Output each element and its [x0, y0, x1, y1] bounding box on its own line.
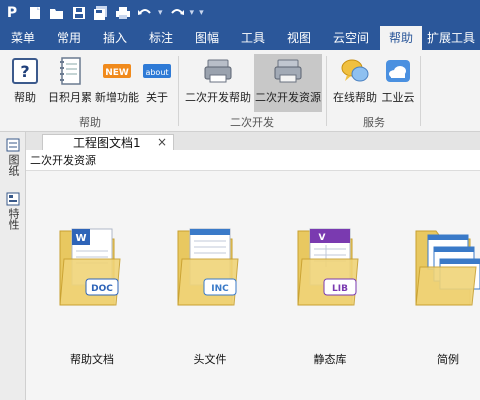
group-divider	[178, 56, 179, 126]
folder-item-help-docs[interactable]: W DOC 帮助文档	[42, 211, 142, 367]
group-divider	[326, 56, 327, 126]
about-icon: about	[143, 57, 171, 85]
undo-dropdown-icon[interactable]: ▾	[158, 8, 163, 18]
folder-lib-icon: V LIB	[297, 228, 359, 306]
properties-icon	[6, 192, 20, 206]
folder-doc-icon: W DOC	[59, 228, 121, 306]
group-label-dev: 二次开发	[230, 116, 274, 129]
new-icon[interactable]	[26, 4, 44, 22]
tips-button-label: 日积月累	[48, 91, 92, 104]
save-all-icon[interactable]	[92, 4, 110, 22]
dev-help-icon	[204, 57, 232, 85]
document-tab-label: 工程图文档1	[73, 136, 141, 150]
folder-name: 简例	[437, 353, 459, 366]
help-button-label: 帮助	[14, 91, 36, 104]
tab-help[interactable]: 帮助	[380, 26, 422, 50]
folder-name: 静态库	[313, 353, 347, 366]
tab-common[interactable]: 常用	[46, 26, 92, 50]
tab-cloud-space[interactable]: 云空间	[322, 26, 380, 50]
dev-help-button-label: 二次开发帮助	[185, 91, 251, 104]
help-icon: ?	[11, 57, 39, 85]
svg-text:?: ?	[20, 62, 29, 81]
folder-inc-icon: INC	[177, 228, 239, 306]
industry-cloud-button-label: 工业云	[381, 91, 415, 104]
cloud-icon	[384, 57, 412, 85]
tab-menu[interactable]: 菜单	[0, 26, 46, 50]
help-button[interactable]: ? 帮助	[10, 54, 40, 112]
tab-insert[interactable]: 插入	[92, 26, 138, 50]
undo-icon[interactable]	[136, 4, 154, 22]
whats-new-button-label: 新增功能	[95, 91, 139, 104]
folder-sample-icon	[415, 230, 480, 306]
side-tab-drawing-label: 图纸	[7, 154, 20, 176]
redo-icon[interactable]	[168, 4, 186, 22]
close-icon[interactable]: ×	[157, 135, 167, 149]
tab-extension-tools[interactable]: 扩展工具	[422, 26, 480, 50]
resource-folder-view: W DOC 帮助文档 INC 头文件 V LIB 静态库 简例	[26, 171, 480, 400]
open-icon[interactable]	[48, 4, 66, 22]
dev-help-button[interactable]: 二次开发帮助	[184, 54, 252, 112]
tab-sheet[interactable]: 图幅	[184, 26, 230, 50]
side-tab-properties-label: 特性	[7, 208, 20, 230]
document-tab[interactable]: 工程图文档1 ×	[42, 134, 174, 150]
folder-item-samples[interactable]: 简例	[398, 211, 480, 367]
about-button[interactable]: about 关于	[142, 54, 172, 112]
whats-new-button[interactable]: NEW 新增功能	[92, 54, 142, 112]
side-tab-properties[interactable]: 特性	[4, 192, 22, 230]
side-tab-drawing[interactable]: 图纸	[4, 138, 22, 176]
about-button-label: 关于	[146, 91, 168, 104]
online-help-icon	[341, 57, 369, 85]
tips-button[interactable]: 日积月累	[44, 54, 96, 112]
dev-resource-button[interactable]: 二次开发资源	[254, 54, 322, 112]
svg-text:V: V	[319, 233, 326, 243]
drawing-icon	[6, 138, 20, 152]
online-help-button-label: 在线帮助	[333, 91, 377, 104]
group-label-service: 服务	[363, 116, 385, 129]
dev-resource-icon	[274, 57, 302, 85]
svg-text:DOC: DOC	[91, 284, 113, 294]
app-logo[interactable]: P	[4, 4, 20, 22]
industry-cloud-button[interactable]: 工业云	[380, 54, 416, 112]
quick-access-toolbar: P ▾ ▾ ▾	[0, 0, 480, 26]
svg-text:W: W	[75, 233, 86, 244]
print-icon[interactable]	[114, 4, 132, 22]
document-tab-strip: 工程图文档1 ×	[26, 132, 480, 150]
svg-text:NEW: NEW	[105, 68, 129, 78]
tab-annotate[interactable]: 标注	[138, 26, 184, 50]
tab-tools[interactable]: 工具	[230, 26, 276, 50]
left-side-panel: 图纸 特性	[0, 132, 26, 400]
dev-resource-button-label: 二次开发资源	[255, 91, 321, 104]
redo-dropdown-icon[interactable]: ▾	[190, 8, 195, 18]
customize-icon[interactable]: ▾	[199, 8, 204, 18]
online-help-button[interactable]: 在线帮助	[332, 54, 378, 112]
svg-text:INC: INC	[211, 284, 229, 294]
save-icon[interactable]	[70, 4, 88, 22]
new-badge-icon: NEW	[103, 57, 131, 85]
notebook-icon	[56, 57, 84, 85]
path-bar: 二次开发资源	[26, 150, 480, 171]
folder-name: 帮助文档	[70, 353, 114, 366]
svg-text:about: about	[145, 68, 168, 77]
group-divider	[420, 56, 421, 126]
group-label-help: 帮助	[79, 116, 101, 129]
ribbon-panel: ? 帮助 日积月累 NEW 新增功能 about 关于 帮助 二次开发帮助 二次…	[0, 50, 480, 132]
folder-name: 头文件	[193, 353, 227, 366]
folder-item-header-files[interactable]: INC 头文件	[160, 211, 260, 367]
ribbon-tabs: 菜单 常用 插入 标注 图幅 工具 视图 云空间 帮助 扩展工具	[0, 26, 480, 50]
folder-item-static-library[interactable]: V LIB 静态库	[280, 211, 380, 367]
svg-text:LIB: LIB	[332, 284, 348, 294]
tab-view[interactable]: 视图	[276, 26, 322, 50]
